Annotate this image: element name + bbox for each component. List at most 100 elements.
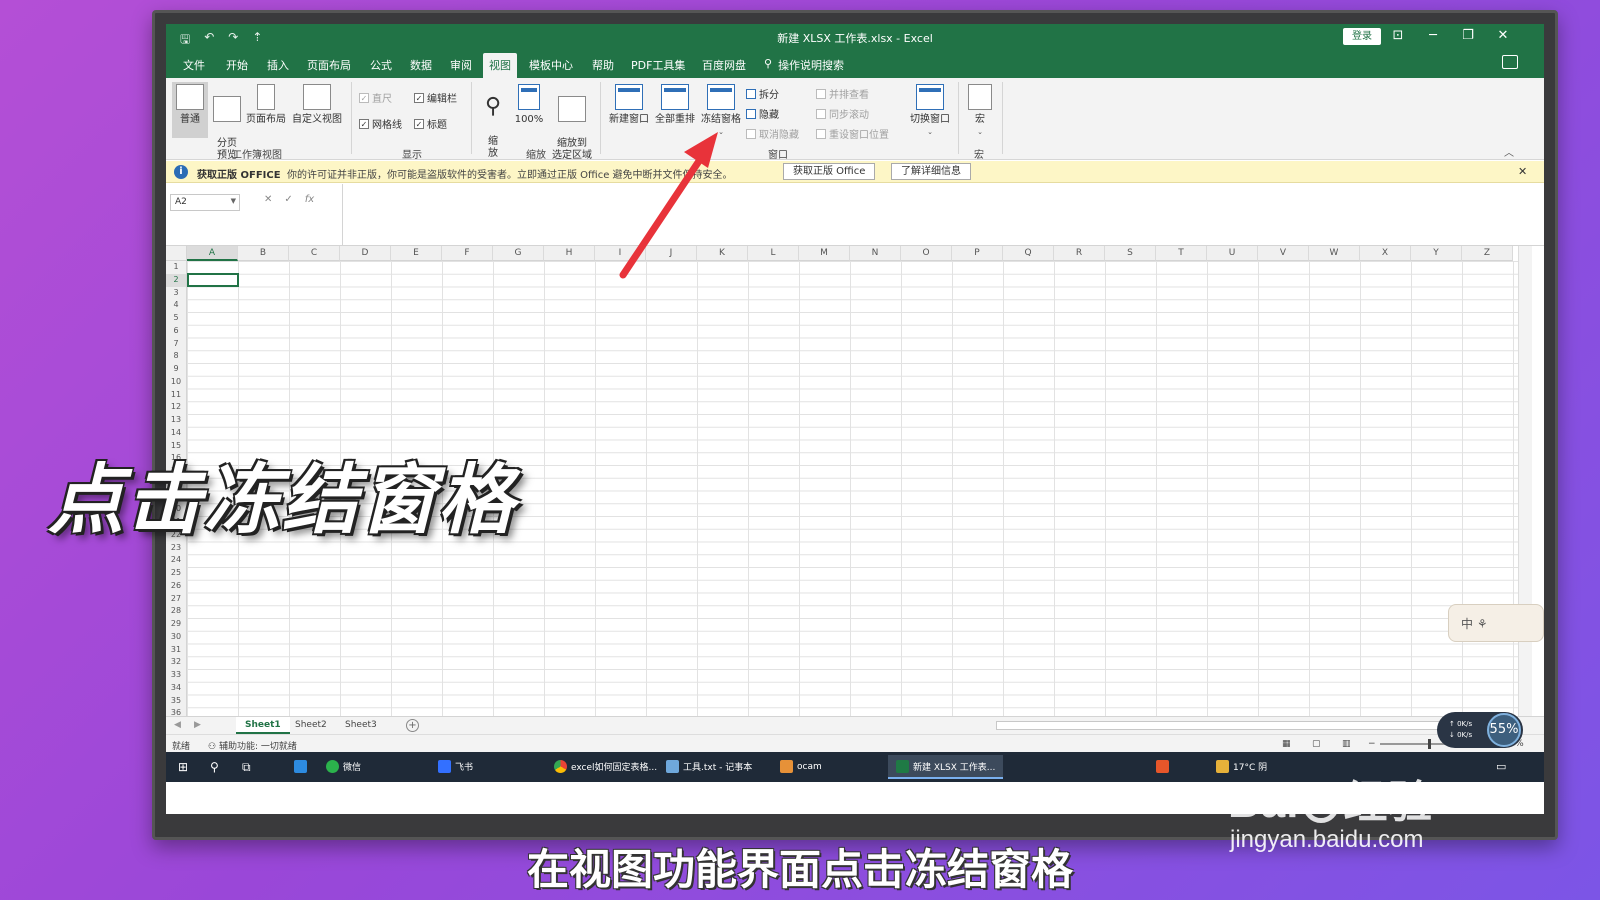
tab-data[interactable]: 数据: [410, 57, 432, 73]
row-header-29[interactable]: 29: [166, 618, 187, 631]
taskbar-notepad[interactable]: 工具.txt - 记事本: [666, 760, 752, 773]
column-header-S[interactable]: S: [1105, 246, 1156, 261]
row-header-33[interactable]: 33: [166, 669, 187, 682]
row-header-25[interactable]: 25: [166, 567, 187, 580]
close-icon[interactable]: ✕: [1493, 28, 1513, 43]
column-header-K[interactable]: K: [697, 246, 748, 261]
zoom-out-icon[interactable]: −: [1368, 739, 1376, 749]
select-all-corner[interactable]: [166, 246, 187, 261]
notifications-icon[interactable]: ▭: [1496, 760, 1506, 773]
row-header-35[interactable]: 35: [166, 694, 187, 708]
row-header-28[interactable]: 28: [166, 605, 187, 618]
new-window-button[interactable]: 新建窗口: [606, 84, 652, 126]
column-header-U[interactable]: U: [1207, 246, 1258, 261]
row-header-24[interactable]: 24: [166, 554, 187, 567]
arrange-all-button[interactable]: 全部重排: [652, 84, 698, 126]
row-header-30[interactable]: 30: [166, 630, 187, 644]
column-header-C[interactable]: C: [289, 246, 340, 261]
normal-view-button[interactable]: 普通: [172, 82, 208, 138]
page-layout-status-icon[interactable]: ▢: [1312, 739, 1321, 749]
row-header-4[interactable]: 4: [166, 299, 187, 312]
column-header-Z[interactable]: Z: [1462, 246, 1513, 261]
next-sheet-icon[interactable]: ▶: [194, 720, 201, 730]
taskbar-ocam[interactable]: ocam: [780, 760, 822, 773]
column-header-H[interactable]: H: [544, 246, 595, 261]
row-header-1[interactable]: 1: [166, 261, 187, 274]
tab-insert[interactable]: 插入: [267, 57, 289, 73]
row-header-7[interactable]: 7: [166, 337, 187, 351]
row-header-2[interactable]: 2: [166, 273, 187, 287]
row-header-32[interactable]: 32: [166, 656, 187, 669]
row-header-3[interactable]: 3: [166, 286, 187, 300]
split-button[interactable]: 拆分: [746, 86, 779, 101]
column-header-I[interactable]: I: [595, 246, 646, 261]
sheet-tab-3[interactable]: Sheet3: [336, 717, 386, 734]
row-header-13[interactable]: 13: [166, 414, 187, 427]
hide-button[interactable]: 隐藏: [746, 106, 779, 121]
ribbon-display-icon[interactable]: ⊡: [1388, 28, 1408, 43]
formula-input[interactable]: [342, 184, 1520, 246]
comments-icon[interactable]: [1502, 55, 1518, 69]
row-header-5[interactable]: 5: [166, 312, 187, 325]
row-header-36[interactable]: 36: [166, 707, 187, 716]
explorer-icon[interactable]: [294, 760, 307, 773]
sheet-tab-1[interactable]: Sheet1: [236, 717, 290, 734]
sync-scroll-button[interactable]: 同步滚动: [816, 106, 869, 121]
learn-more-button[interactable]: 了解详细信息: [891, 163, 971, 180]
tab-formulas[interactable]: 公式: [370, 57, 392, 73]
sheet-tab-2[interactable]: Sheet2: [286, 717, 336, 734]
custom-views-button[interactable]: 自定义视图: [290, 84, 344, 126]
restore-icon[interactable]: ❐: [1458, 28, 1478, 43]
page-break-status-icon[interactable]: ▥: [1342, 739, 1351, 749]
row-header-27[interactable]: 27: [166, 592, 187, 606]
column-header-N[interactable]: N: [850, 246, 901, 261]
tab-view[interactable]: 视图: [483, 53, 517, 79]
column-header-V[interactable]: V: [1258, 246, 1309, 261]
row-header-34[interactable]: 34: [166, 681, 187, 695]
chevron-down-icon[interactable]: ▼: [231, 197, 236, 205]
gridlines-checkbox[interactable]: ✓ 网格线: [359, 116, 402, 131]
view-side-by-side-button[interactable]: 并排查看: [816, 86, 869, 101]
name-box[interactable]: A2 ▼: [170, 194, 240, 211]
get-genuine-office-button[interactable]: 获取正版 Office: [783, 163, 876, 180]
add-sheet-icon[interactable]: +: [406, 719, 419, 732]
start-icon[interactable]: ⊞: [178, 760, 188, 774]
macros-button[interactable]: 宏 ⌄: [964, 84, 996, 138]
tab-help[interactable]: 帮助: [592, 57, 614, 73]
network-speed-widget[interactable]: ↑ 0K/s ↓ 0K/s 55%: [1437, 712, 1523, 748]
column-header-R[interactable]: R: [1054, 246, 1105, 261]
column-header-L[interactable]: L: [748, 246, 799, 261]
formula-bar-checkbox[interactable]: ✓ 编辑栏: [414, 90, 457, 105]
row-header-9[interactable]: 9: [166, 363, 187, 376]
column-header-A[interactable]: A: [187, 246, 238, 261]
row-header-26[interactable]: 26: [166, 579, 187, 593]
column-header-B[interactable]: B: [238, 246, 289, 261]
cancel-icon[interactable]: ✕: [264, 194, 272, 205]
freeze-panes-button[interactable]: 冻结窗格 ⌄: [698, 84, 744, 138]
headings-checkbox[interactable]: ✓ 标题: [414, 116, 447, 131]
unhide-button[interactable]: 取消隐藏: [746, 126, 799, 141]
taskbar-wechat[interactable]: 微信: [326, 760, 361, 773]
column-header-W[interactable]: W: [1309, 246, 1360, 261]
column-header-Q[interactable]: Q: [1003, 246, 1054, 261]
column-header-T[interactable]: T: [1156, 246, 1207, 261]
tab-page-layout[interactable]: 页面布局: [307, 57, 351, 73]
row-header-12[interactable]: 12: [166, 401, 187, 414]
tab-baidu-netdisk[interactable]: 百度网盘: [702, 57, 746, 73]
close-notice-icon[interactable]: ✕: [1518, 165, 1527, 178]
column-header-O[interactable]: O: [901, 246, 952, 261]
column-header-X[interactable]: X: [1360, 246, 1411, 261]
task-view-icon[interactable]: ⧉: [242, 760, 251, 775]
row-header-31[interactable]: 31: [166, 643, 187, 657]
tab-home[interactable]: 开始: [226, 57, 248, 73]
column-header-P[interactable]: P: [952, 246, 1003, 261]
zoom-to-selection-button[interactable]: 缩放到 选定区域: [548, 84, 596, 162]
zoom-button[interactable]: ⚲ 缩 放: [478, 82, 508, 160]
page-layout-view-button[interactable]: 页面布局: [244, 84, 288, 126]
minimize-icon[interactable]: ─: [1423, 28, 1443, 43]
search-icon[interactable]: ⚲: [210, 760, 219, 774]
collapse-ribbon-icon[interactable]: ︿: [1504, 144, 1514, 159]
taskbar-excel[interactable]: 新建 XLSX 工作表...: [888, 755, 1004, 779]
taskbar-feishu[interactable]: 飞书: [438, 760, 473, 773]
vertical-scrollbar[interactable]: [1518, 246, 1532, 716]
